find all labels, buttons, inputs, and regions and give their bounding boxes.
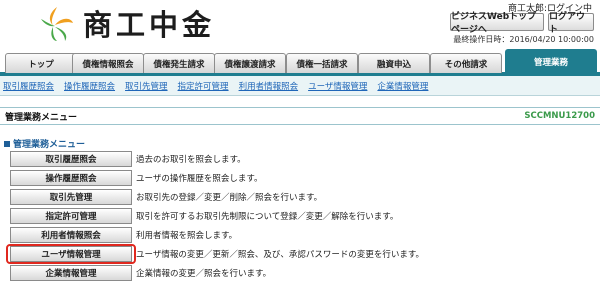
section-heading: 管理業務メニュー <box>4 137 85 150</box>
menu-description: 利用者情報を照会します。 <box>136 231 238 241</box>
subnav-counterparty[interactable]: 取引先管理 <box>125 80 168 92</box>
menu-row: 取引先管理 お取引先の登録／変更／削除／照会を行います。 <box>10 188 590 206</box>
subnav-company-info[interactable]: 企業情報管理 <box>377 80 428 92</box>
tab-loan-application[interactable]: 融資申込 <box>358 53 430 73</box>
tab-receivable-transfer[interactable]: 債権譲渡請求 <box>214 53 286 73</box>
menu-description: 過去のお取引を照会します。 <box>136 155 246 165</box>
menu-description: 取引を許可するお取引先制限について登録／変更／解除を行います。 <box>136 212 399 222</box>
subnav-user-management[interactable]: ユーザ情報管理 <box>308 80 367 92</box>
subnav-user-info-inquiry[interactable]: 利用者情報照会 <box>239 80 299 92</box>
page-header: 商工中金 商工太郎:ログイン中 ビジネスWebトップページへ ログアウト 最終操… <box>0 0 600 46</box>
tab-management[interactable]: 管理業務 <box>505 49 597 73</box>
subnav-permission[interactable]: 指定許可管理 <box>178 80 229 92</box>
tab-other-request[interactable]: その他請求 <box>430 53 502 73</box>
counterparty-management-button[interactable]: 取引先管理 <box>10 189 132 205</box>
last-operation-time: 最終操作日時：2016/04/20 10:00:00 <box>453 35 594 44</box>
subnav-operation-history[interactable]: 操作履歴照会 <box>64 80 115 92</box>
transaction-history-button[interactable]: 取引履歴照会 <box>10 151 132 167</box>
tab-top[interactable]: トップ <box>5 53 77 73</box>
tab-receivable-issue[interactable]: 債権発生請求 <box>143 53 215 73</box>
operation-history-button[interactable]: 操作履歴照会 <box>10 170 132 186</box>
tab-bulk-request[interactable]: 債権一括請求 <box>286 53 358 73</box>
screen-id: SCCMNU12700 <box>524 111 595 121</box>
company-info-management-button[interactable]: 企業情報管理 <box>10 265 132 281</box>
menu-description: お取引先の登録／変更／削除／照会を行います。 <box>136 193 323 203</box>
menu-description: ユーザの操作履歴を照会します。 <box>136 174 263 184</box>
main-tabs: トップ 債権情報照会 債権発生請求 債権譲渡請求 債権一括請求 融資申込 その他… <box>0 46 600 76</box>
user-info-inquiry-button[interactable]: 利用者情報照会 <box>10 227 132 243</box>
subnav-transaction-history[interactable]: 取引履歴照会 <box>3 80 54 92</box>
business-web-top-button[interactable]: ビジネスWebトップページへ <box>450 12 544 35</box>
permission-management-button[interactable]: 指定許可管理 <box>10 208 132 224</box>
logo: 商工中金 <box>35 3 265 43</box>
highlight-frame <box>6 244 136 264</box>
logout-button[interactable]: ログアウト <box>548 12 594 35</box>
menu-row: 操作履歴照会 ユーザの操作履歴を照会します。 <box>10 169 590 187</box>
bullet-square-icon <box>4 140 10 147</box>
logo-icon <box>35 5 79 41</box>
page-title-bar: 管理業務メニュー SCCMNU12700 <box>0 107 600 125</box>
logo-text: 商工中金 <box>83 8 216 42</box>
menu-description: ユーザ情報の変更／更新／照会、及び、承認パスワードの変更を行います。 <box>136 250 424 260</box>
menu-row: 指定許可管理 取引を許可するお取引先制限について登録／変更／解除を行います。 <box>10 207 590 225</box>
menu-row: 利用者情報照会 利用者情報を照会します。 <box>10 226 590 244</box>
sub-navigation: 取引履歴照会 操作履歴照会 取引先管理 指定許可管理 利用者情報照会 ユーザ情報… <box>0 76 600 96</box>
tab-receivable-inquiry[interactable]: 債権情報照会 <box>72 53 144 73</box>
page-title: 管理業務メニュー <box>5 112 78 123</box>
menu-row: 企業情報管理 企業情報の変更／照会を行います。 <box>10 264 590 282</box>
menu-description: 企業情報の変更／照会を行います。 <box>136 269 272 279</box>
menu-row: 取引履歴照会 過去のお取引を照会します。 <box>10 150 590 168</box>
section-title: 管理業務メニュー <box>13 140 86 150</box>
